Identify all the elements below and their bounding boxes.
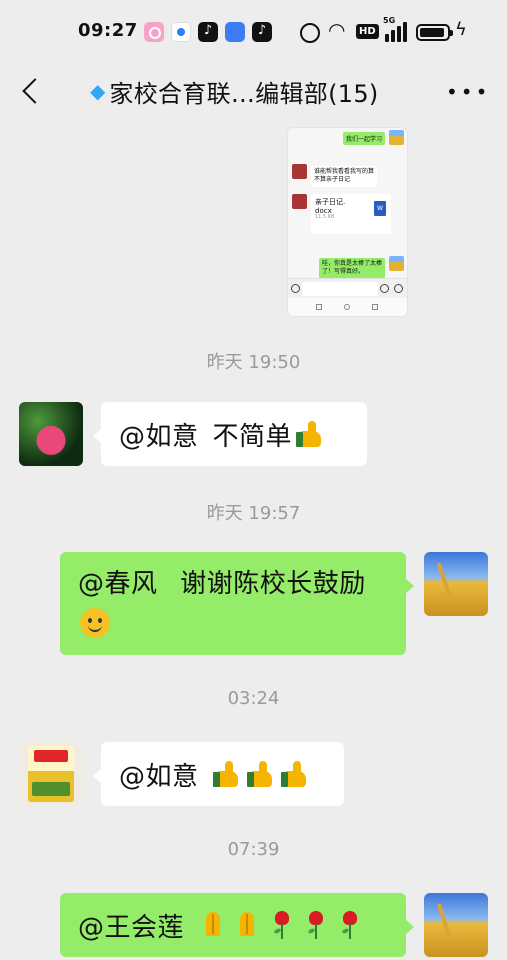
mention: @王会莲 [78,912,185,943]
chat-header: ◆ 家校合育联…编辑部(15) [0,64,507,120]
message-bubble[interactable]: @王会莲 [60,893,414,957]
signal-type: 5G [383,16,396,25]
camera-app-icon [144,22,164,42]
wifi-icon: ◠ [328,18,346,42]
thumbs-up-icon [296,419,326,449]
mini-avatar-other [292,194,307,209]
mini-message-2-line2: 不算亲子日记 [314,176,351,184]
alarm-icon [300,23,320,43]
mini-plus-icon [394,284,403,293]
tiktok-icon: ♪ [252,22,272,42]
message-bubble[interactable]: @春风 谢谢陈校长鼓励 [60,552,414,655]
status-bar: 09:27 ♪ ♪ ◠ HD 5G ϟ [0,0,507,64]
message-text: 谢谢陈校长鼓励 [180,569,366,599]
lotus-avatar[interactable] [19,402,83,466]
more-dots-icon[interactable] [444,80,490,104]
mini-input-bar [288,278,407,298]
mini-voice-icon [291,284,300,293]
message-bubble[interactable]: @如意 不简单 [93,402,367,466]
mini-avatar-self [389,130,404,145]
word-file-icon: W [374,201,386,216]
signal-icon: 5G [383,16,409,42]
charging-icon: ϟ [455,19,467,40]
status-time: 09:27 [78,20,138,41]
timestamp: 07:39 [227,839,280,860]
mini-message-3: 哇，你真是太棒了太棒 了！写得真好。 [318,258,385,279]
mini-avatar-other [292,164,307,179]
diamond-icon: ◆ [90,79,106,103]
tiktok-icon: ♪ [198,22,218,42]
thumbs-up-icon [280,759,311,789]
chat-title-wrap[interactable]: ◆ 家校合育联…编辑部(15) [90,74,410,108]
mini-file-name: 亲子日记. docx [315,198,346,215]
battery-icon [416,24,453,41]
timestamp: 昨天 19:50 [206,352,301,373]
chat-app-icon [225,22,245,42]
wheat-field-avatar[interactable] [424,552,488,616]
rice-bag-avatar[interactable] [19,742,83,806]
mention: @如意 [119,421,199,452]
mini-message-2-line1: 谁能帮我看看我写的算 [314,168,375,175]
browser-app-icon [171,22,191,42]
praying-hands-icon [198,910,228,940]
smile-icon [80,608,110,638]
praying-hands-icon [232,910,262,940]
mention: @春风 [78,569,158,599]
mini-avatar-self [389,256,404,271]
message-text: 不简单 [212,421,293,452]
thumbs-up-icon [212,759,243,789]
mini-file-card: 亲子日记. docx 11.5 KB W [311,194,391,234]
rose-icon [334,910,364,940]
hd-badge: HD [356,24,379,39]
mini-message-1: 我们一起学习 [342,132,385,145]
timestamp: 昨天 19:57 [206,503,301,524]
chevron-left-icon[interactable] [16,74,48,108]
image-message[interactable]: 我们一起学习 谁能帮我看看我写的算 不算亲子日记 亲子日记. docx 11.5 … [288,128,407,316]
mention: @如意 [119,761,199,792]
thumbs-up-icon [246,759,277,789]
mini-message-2: 谁能帮我看看我写的算 不算亲子日记 [311,166,378,187]
mini-file-size: 11.5 KB [315,214,335,220]
rose-icon [300,910,330,940]
rose-icon [266,910,296,940]
mini-emoji-icon [380,284,389,293]
message-bubble[interactable]: @如意 [93,742,344,806]
wheat-field-avatar[interactable] [424,893,488,957]
chat-title: 家校合育联…编辑部(15) [109,79,379,108]
timestamp: 03:24 [227,688,280,709]
mini-nav-bar [288,298,407,316]
